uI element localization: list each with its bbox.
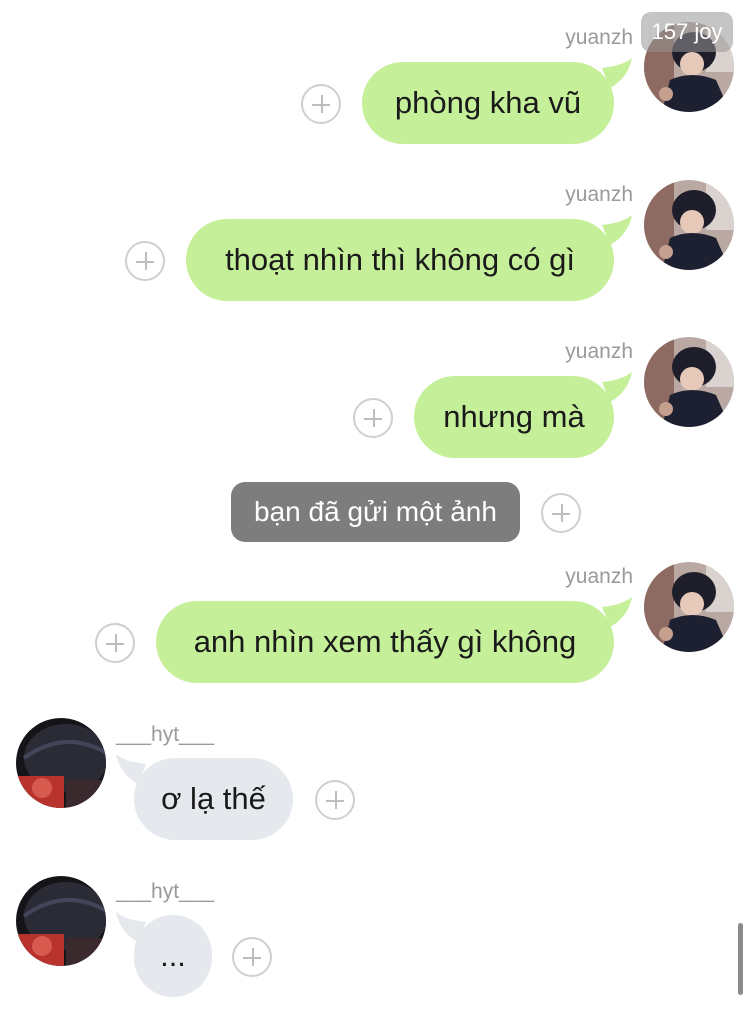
- image-sent-notice[interactable]: bạn đã gửi một ảnh: [231, 482, 520, 542]
- plus-circle-icon[interactable]: [353, 398, 393, 438]
- sender-name: ___hyt___: [116, 880, 215, 903]
- avatar-hyt[interactable]: [16, 718, 106, 808]
- sender-name: ___hyt___: [116, 723, 215, 746]
- outgoing-message-bubble[interactable]: nhưng mà: [414, 376, 614, 458]
- plus-circle-icon[interactable]: [95, 623, 135, 663]
- sender-name: yuanzh: [565, 340, 633, 363]
- plus-circle-icon[interactable]: [301, 84, 341, 124]
- avatar-hyt[interactable]: [16, 876, 106, 966]
- avatar-yuanzh[interactable]: [644, 562, 734, 652]
- plus-circle-icon[interactable]: [315, 780, 355, 820]
- plus-circle-icon[interactable]: [541, 493, 581, 533]
- outgoing-message-bubble[interactable]: thoạt nhìn thì không có gì: [186, 219, 614, 301]
- avatar-yuanzh[interactable]: [644, 180, 734, 270]
- plus-circle-icon[interactable]: [232, 937, 272, 977]
- sender-name: yuanzh: [565, 565, 633, 588]
- avatar-yuanzh[interactable]: [644, 337, 734, 427]
- watermark-badge: 157 joy: [641, 12, 733, 52]
- incoming-message-bubble[interactable]: ơ lạ thế: [134, 758, 293, 840]
- outgoing-message-bubble[interactable]: phòng kha vũ: [362, 62, 614, 144]
- outgoing-message-bubble[interactable]: anh nhìn xem thấy gì không: [156, 601, 614, 683]
- incoming-message-bubble[interactable]: ...: [134, 915, 212, 997]
- scrollbar[interactable]: [738, 923, 743, 995]
- plus-circle-icon[interactable]: [125, 241, 165, 281]
- sender-name: yuanzh: [565, 26, 633, 49]
- sender-name: yuanzh: [565, 183, 633, 206]
